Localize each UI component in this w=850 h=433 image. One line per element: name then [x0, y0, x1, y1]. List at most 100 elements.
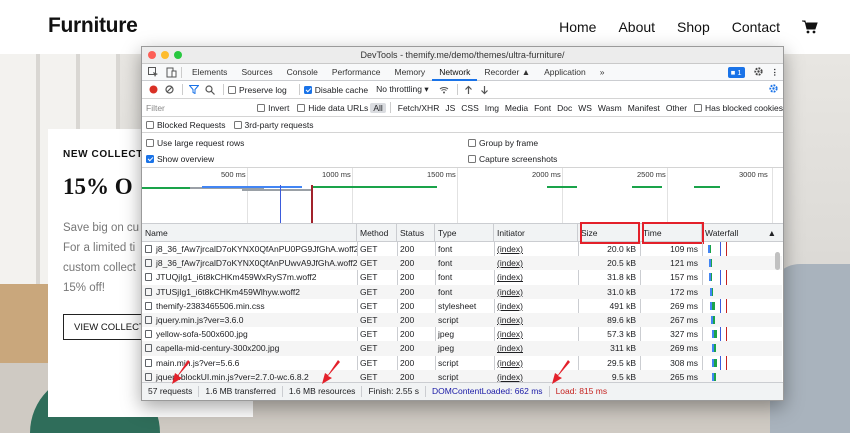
- cell-initiator[interactable]: (index): [494, 242, 578, 256]
- filter-input[interactable]: Filter: [146, 103, 257, 113]
- col-header-waterfall[interactable]: Waterfall ▲: [702, 224, 782, 242]
- network-conditions-icon[interactable]: [437, 83, 451, 97]
- tab-performance[interactable]: Performance: [325, 64, 388, 81]
- large-rows-checkbox[interactable]: [146, 139, 154, 147]
- col-header-initiator[interactable]: Initiator: [494, 224, 578, 242]
- type-filter-manifest[interactable]: Manifest: [625, 103, 663, 113]
- export-har-icon[interactable]: [478, 83, 492, 97]
- cell-status-text: 200: [400, 244, 415, 254]
- cell-size: 31.8 kB: [578, 270, 640, 284]
- type-filter-js[interactable]: JS: [442, 103, 458, 113]
- clear-icon[interactable]: [162, 83, 176, 97]
- col-header-method[interactable]: Method: [357, 224, 397, 242]
- disable-cache-checkbox[interactable]: [303, 85, 312, 94]
- import-har-icon[interactable]: [462, 83, 476, 97]
- type-filter-wasm[interactable]: Wasm: [595, 103, 625, 113]
- third-party-checkbox[interactable]: [233, 120, 242, 129]
- tab-elements[interactable]: Elements: [185, 64, 234, 81]
- hide-data-urls-checkbox[interactable]: [297, 103, 306, 112]
- network-overview[interactable]: 500 ms 1000 ms 1500 ms 2000 ms 2500 ms 3…: [142, 168, 783, 224]
- capture-screenshots-checkbox[interactable]: [468, 155, 476, 163]
- has-blocked-cookies-checkbox[interactable]: [694, 103, 703, 112]
- type-filter-doc[interactable]: Doc: [554, 103, 575, 113]
- cell-size-text: 57.3 kB: [607, 329, 636, 340]
- group-by-frame-option[interactable]: Group by frame: [468, 138, 538, 148]
- device-toolbar-icon[interactable]: [164, 65, 178, 79]
- tab-sources[interactable]: Sources: [234, 64, 279, 81]
- nav-contact[interactable]: Contact: [732, 19, 780, 35]
- group-by-frame-checkbox[interactable]: [468, 139, 476, 147]
- cell-status: 200: [397, 285, 435, 299]
- tab-recorder[interactable]: Recorder ▲: [477, 64, 537, 81]
- show-overview-option[interactable]: Show overview: [146, 154, 214, 164]
- issues-badge[interactable]: ■ 1: [727, 67, 745, 78]
- cell-initiator[interactable]: (index): [494, 299, 578, 313]
- cell-status-text: 200: [400, 371, 415, 382]
- cell-initiator[interactable]: (index): [494, 327, 578, 341]
- type-filter-fetch-xhr[interactable]: Fetch/XHR: [395, 103, 443, 113]
- type-filter-ws[interactable]: WS: [575, 103, 595, 113]
- tab-memory[interactable]: Memory: [387, 64, 432, 81]
- type-filter-css[interactable]: CSS: [458, 103, 481, 113]
- type-filter-all[interactable]: All: [370, 102, 386, 113]
- invert-checkbox[interactable]: [257, 103, 266, 112]
- record-icon[interactable]: [146, 83, 160, 97]
- capture-screenshots-option[interactable]: Capture screenshots: [468, 154, 557, 164]
- type-filter-img[interactable]: Img: [482, 103, 502, 113]
- blocked-requests-checkbox[interactable]: [146, 120, 154, 129]
- nav-shop[interactable]: Shop: [677, 19, 710, 35]
- col-header-type[interactable]: Type: [435, 224, 494, 242]
- table-row[interactable]: capella-mid-century-300x200.jpg GET 200 jpe…: [142, 341, 782, 356]
- inspect-element-icon[interactable]: [146, 65, 160, 79]
- settings-gear-icon[interactable]: [753, 66, 764, 79]
- cell-size: 89.6 kB: [578, 313, 640, 327]
- table-row[interactable]: JTUSjIg1_i6t8kCHKm459Wlhyw.woff2 GET 200 fo…: [142, 284, 782, 299]
- tab-application[interactable]: Application: [537, 64, 593, 81]
- cell-type: font: [435, 256, 494, 270]
- table-row[interactable]: jquery.min.js?ver=3.6.0 GET 200 script (inde…: [142, 313, 782, 328]
- cell-initiator[interactable]: (index): [494, 285, 578, 299]
- tab-network[interactable]: Network: [432, 64, 478, 81]
- table-row[interactable]: themify-2383465506.min.css GET 200 styleshe…: [142, 299, 782, 313]
- recorder-flask-icon: ▲: [521, 66, 531, 77]
- overview-tick-label: 1000 ms: [322, 170, 351, 179]
- preserve-log-checkbox[interactable]: [228, 85, 236, 94]
- cell-initiator[interactable]: (index): [494, 341, 578, 355]
- throttling-select[interactable]: No throttling ▾: [376, 84, 429, 95]
- throttling-value: No throttling: [376, 84, 422, 94]
- table-row[interactable]: JTUQjIg1_i6t8kCHKm459WxRyS7m.woff2 GET 200…: [142, 270, 782, 284]
- nav-home[interactable]: Home: [559, 19, 596, 35]
- table-row[interactable]: j8_36_fAw7jrcalD7oKYNX0QfAnPUwvA9JfGhA.w…: [142, 256, 782, 271]
- type-filter-media[interactable]: Media: [502, 103, 531, 113]
- search-icon[interactable]: [203, 83, 217, 97]
- large-rows-option[interactable]: Use large request rows: [146, 138, 244, 148]
- type-filter-font[interactable]: Font: [531, 103, 554, 113]
- cell-name: JTUSjIg1_i6t8kCHKm459Wlhyw.woff2: [142, 285, 357, 299]
- cell-initiator[interactable]: (index): [494, 313, 578, 327]
- table-scrollbar-thumb[interactable]: [775, 252, 780, 270]
- cell-method: GET: [357, 299, 397, 313]
- more-options-icon[interactable]: ⋮: [771, 67, 780, 78]
- cell-initiator[interactable]: (index): [494, 270, 578, 284]
- cell-time: 121 ms: [640, 256, 702, 270]
- network-settings-gear-icon[interactable]: [768, 83, 779, 96]
- type-filter-other[interactable]: Other: [663, 103, 690, 113]
- nav-about[interactable]: About: [618, 19, 655, 35]
- more-tabs-icon[interactable]: »: [593, 64, 612, 81]
- cell-name: JTUQjIg1_i6t8kCHKm459WxRyS7m.woff2: [142, 270, 357, 284]
- col-header-name[interactable]: Name: [142, 224, 357, 242]
- table-row[interactable]: yellow-sofa-500x600.jpg GET 200 jpeg (index)…: [142, 327, 782, 341]
- has-blocked-cookies-label: Has blocked cookies: [705, 102, 783, 113]
- cell-initiator[interactable]: (index): [494, 256, 578, 270]
- file-icon: [145, 358, 152, 367]
- tab-console[interactable]: Console: [280, 64, 325, 81]
- table-row[interactable]: j8_36_fAw7jrcalD7oKYNX0QfAnPU0PG9JfGhA.w…: [142, 242, 782, 256]
- show-overview-checkbox[interactable]: [146, 155, 154, 163]
- cart-icon[interactable]: [802, 20, 818, 34]
- table-row[interactable]: main.min.js?ver=5.6.6 GET 200 script (index)…: [142, 356, 782, 370]
- filter-icon[interactable]: [187, 83, 201, 97]
- cell-status-text: 200: [400, 258, 415, 269]
- site-logo[interactable]: Furniture: [48, 14, 138, 38]
- devtools-tabbar: Elements Sources Console Performance Mem…: [142, 64, 783, 81]
- col-header-status[interactable]: Status: [397, 224, 435, 242]
